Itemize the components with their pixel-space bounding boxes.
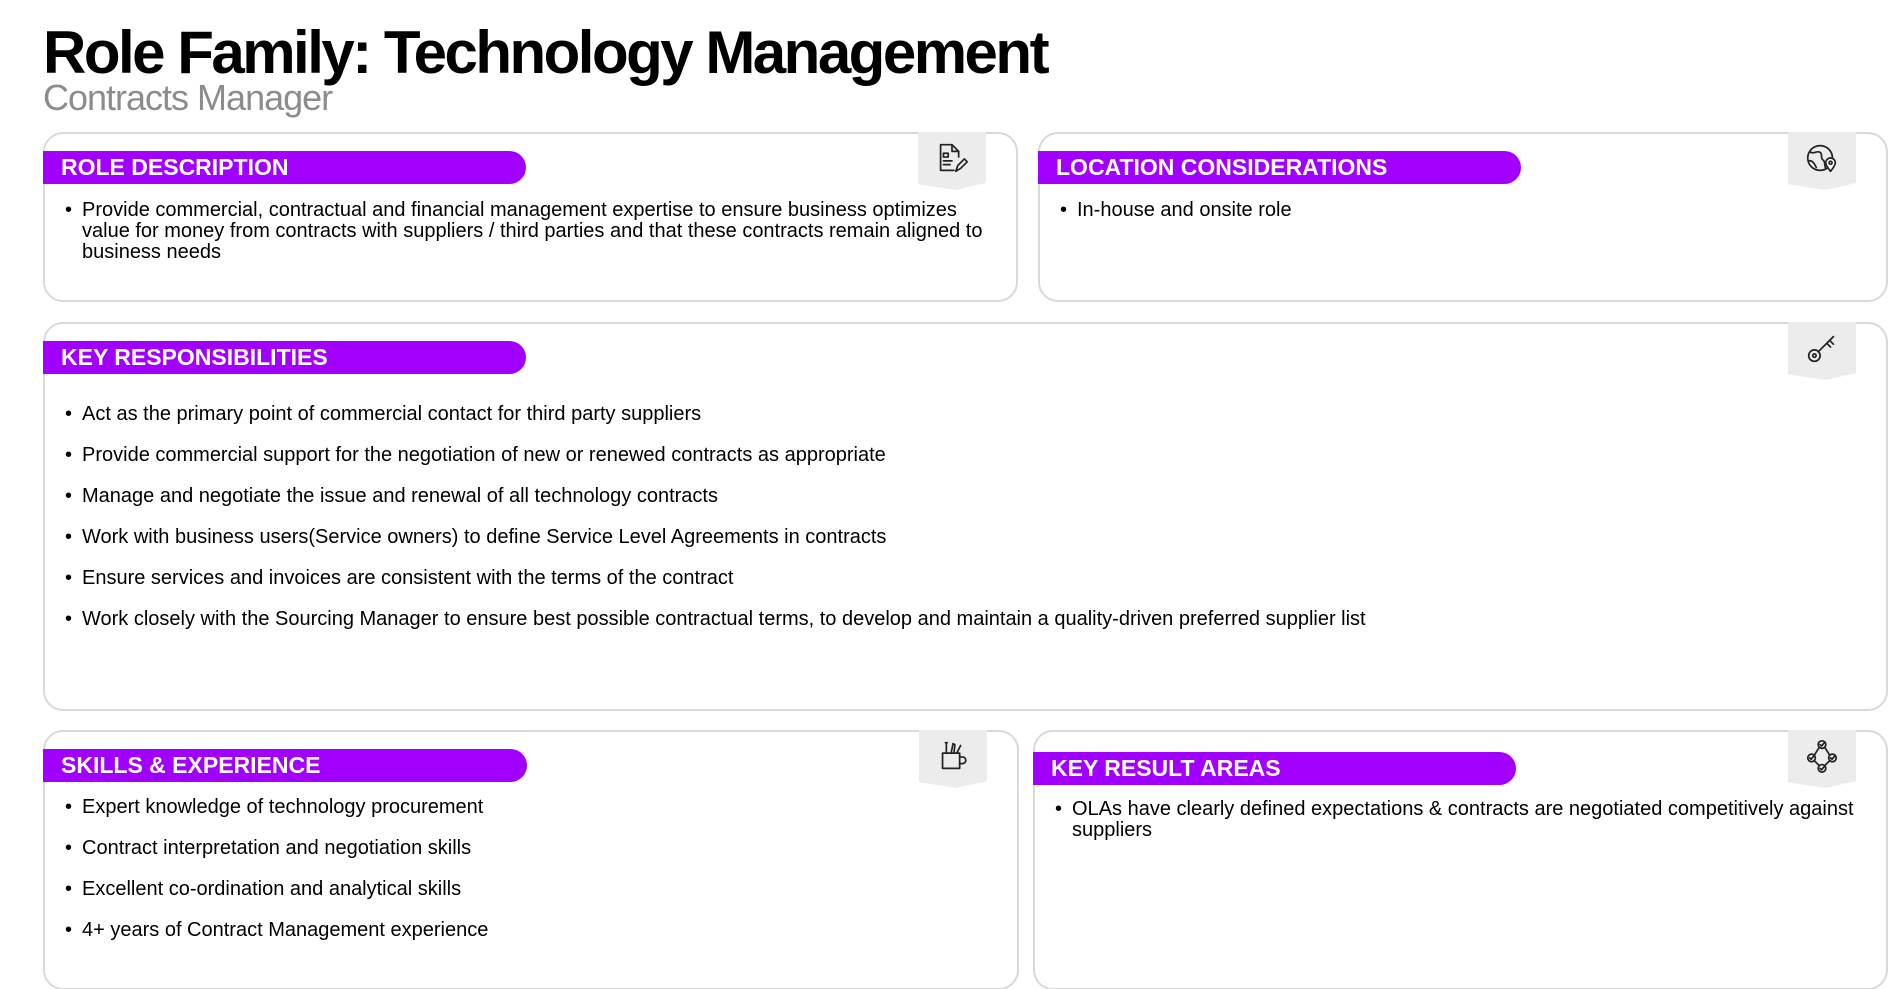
skills-list: Expert knowledge of technology procureme… [65, 797, 985, 961]
list-item: In-house and onsite role [1060, 200, 1860, 222]
list-item: Work closely with the Sourcing Manager t… [65, 609, 1845, 631]
responsibilities-heading: KEY RESPONSIBILITIES [43, 341, 526, 374]
list-item: Expert knowledge of technology procureme… [65, 797, 985, 819]
key-icon [1807, 335, 1835, 363]
list-item: 4+ years of Contract Management experien… [65, 920, 985, 942]
list-item: Manage and negotiate the issue and renew… [65, 486, 1845, 508]
location-heading: LOCATION CONSIDERATIONS [1038, 151, 1521, 184]
skills-heading: SKILLS & EXPERIENCE [43, 749, 527, 782]
location-icon-tab [1788, 132, 1856, 190]
globe-pin-icon [1806, 144, 1837, 173]
kra-heading: KEY RESULT AREAS [1033, 752, 1516, 785]
checkmark-network-icon [1806, 739, 1838, 774]
list-item: Provide commercial, contractual and fina… [65, 200, 995, 263]
responsibilities-icon-tab [1788, 322, 1856, 380]
list-item: Work with business users(Service owners)… [65, 527, 1845, 549]
role-description-card: ROLE DESCRIPTION Provide commercial, con… [43, 132, 1018, 302]
role-description-heading: ROLE DESCRIPTION [43, 151, 526, 184]
role-description-list: Provide commercial, contractual and fina… [65, 200, 995, 263]
list-item: Provide commercial support for the negot… [65, 445, 1845, 467]
location-card: LOCATION CONSIDERATIONS In-house and ons… [1038, 132, 1888, 302]
role-description-icon-tab [918, 132, 986, 190]
skills-icon-tab [919, 730, 987, 788]
page-subtitle: Contracts Manager [43, 77, 333, 118]
list-item: Act as the primary point of commercial c… [65, 404, 1845, 426]
list-item: OLAs have clearly defined expectations &… [1055, 799, 1855, 841]
responsibilities-card: KEY RESPONSIBILITIES Act as the primary … [43, 322, 1888, 711]
list-item: Contract interpretation and negotiation … [65, 838, 985, 860]
document-pen-icon [939, 143, 969, 173]
responsibilities-list: Act as the primary point of commercial c… [65, 404, 1845, 650]
tool-cup-icon [941, 741, 967, 770]
kra-icon-tab [1788, 730, 1856, 788]
list-item: Excellent co-ordination and analytical s… [65, 879, 985, 901]
kra-card: KEY RESULT AREAS OLAs have clearly defin… [1033, 730, 1888, 989]
skills-card: SKILLS & EXPERIENCE Expert knowledge of … [43, 730, 1019, 989]
kra-list: OLAs have clearly defined expectations &… [1055, 799, 1855, 841]
list-item: Ensure services and invoices are consist… [65, 568, 1845, 590]
location-list: In-house and onsite role [1060, 200, 1860, 222]
